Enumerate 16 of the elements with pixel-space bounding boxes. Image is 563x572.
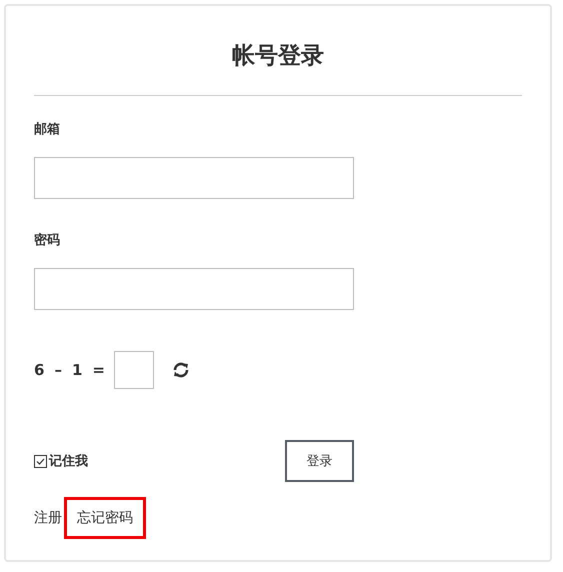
link[interactable]: 忘记密码 (64, 497, 146, 539)
captcha-text: 1 (72, 361, 82, 379)
captcha-field[interactable] (114, 351, 154, 389)
field-label: 邮箱 (34, 121, 60, 139)
link[interactable]: 注册 (34, 499, 62, 537)
input-field[interactable] (34, 268, 354, 310)
login-title: 帐号登录 (231, 42, 325, 71)
captcha-text: 6 (34, 361, 44, 379)
captcha-text: = (92, 361, 105, 379)
input-field[interactable] (34, 157, 354, 199)
refresh-icon[interactable] (172, 362, 190, 378)
field-label: 密码 (34, 232, 60, 250)
checkbox[interactable] (34, 454, 47, 468)
login-button[interactable]: 登录 (285, 440, 354, 482)
captcha-text: – (54, 361, 62, 379)
checkbox-label: 记住我 (49, 453, 88, 470)
